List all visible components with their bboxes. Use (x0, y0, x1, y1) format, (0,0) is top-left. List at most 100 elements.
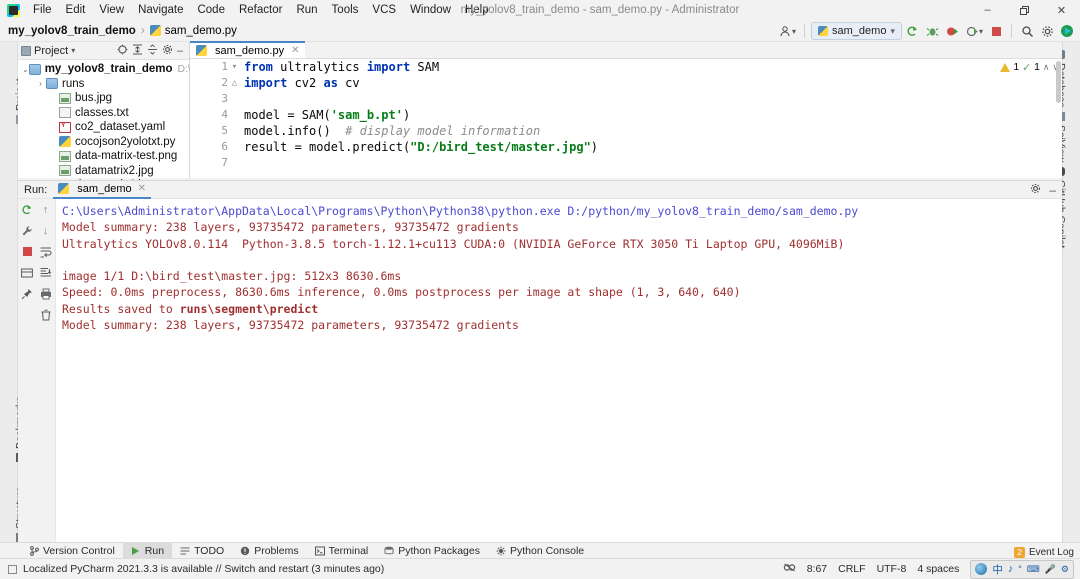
settings-gear-icon[interactable] (1038, 22, 1056, 40)
tree-expand-arrow-icon[interactable]: › (35, 79, 46, 88)
tree-node[interactable]: ›runs (18, 77, 189, 92)
menu-run[interactable]: Run (289, 0, 324, 20)
tool-window-python-packages[interactable]: Python Packages (376, 543, 488, 559)
editor-tab-sam-demo[interactable]: sam_demo.py ✕ (190, 41, 305, 58)
user-avatar-icon[interactable]: ▾ (777, 22, 798, 40)
console-output[interactable]: C:\Users\Administrator\AppData\Local\Pro… (56, 199, 1062, 549)
run-hide-icon[interactable]: – (1049, 186, 1056, 194)
ide-assistant-icon[interactable] (1058, 22, 1076, 40)
problems-icon (240, 546, 250, 556)
close-button[interactable]: ✕ (1043, 0, 1080, 20)
background-tasks-icon[interactable] (783, 561, 796, 577)
line-number: 4 (190, 107, 238, 123)
indent-setting[interactable]: 4 spaces (917, 563, 959, 575)
event-log-widget[interactable]: 2 Event Log (1014, 547, 1074, 558)
stop-process-icon[interactable] (21, 245, 34, 258)
tab-close-icon[interactable]: ✕ (291, 45, 299, 56)
tree-node[interactable]: bus.jpg (18, 91, 189, 106)
menu-vcs[interactable]: VCS (365, 0, 403, 20)
collapse-all-icon[interactable] (147, 44, 158, 58)
run-tab-sam-demo[interactable]: sam_demo ✕ (53, 181, 151, 199)
rerun-icon[interactable] (21, 203, 34, 216)
scroll-to-end-icon[interactable] (39, 266, 52, 279)
breadcrumb-project[interactable]: my_yolov8_train_demo (8, 25, 136, 37)
menu-navigate[interactable]: Navigate (131, 0, 190, 20)
tool-window-run[interactable]: Run (123, 543, 172, 559)
code-content[interactable]: from ultralytics import SAMimport cv2 as… (238, 59, 1062, 178)
project-panel-dropdown-icon[interactable]: ▾ (71, 46, 75, 55)
ime-punctuation-icon[interactable]: ♪ (1008, 563, 1013, 575)
editor-scrollbar[interactable] (1055, 59, 1062, 178)
tree-node[interactable]: data-matrix-test.png (18, 149, 189, 164)
tree-node[interactable]: cocojson2yolotxt.py (18, 135, 189, 150)
project-settings-gear-icon[interactable] (162, 44, 173, 58)
ime-mic-icon[interactable]: 🎤 (1045, 564, 1056, 575)
minimize-button[interactable]: – (969, 0, 1006, 20)
code-token-kw: as (323, 76, 337, 90)
ime-chinese-icon[interactable]: 中 (992, 562, 1003, 577)
tree-node-label: my_yolov8_train_demo (45, 63, 173, 75)
ime-keyboard-icon[interactable]: ⌨ (1027, 564, 1040, 575)
stop-button[interactable] (987, 22, 1005, 40)
caret-position[interactable]: 8:67 (807, 563, 827, 575)
update-project-icon[interactable] (904, 22, 922, 40)
project-panel-title[interactable]: Project (34, 45, 68, 57)
packages-icon (384, 546, 394, 556)
console-view-icon[interactable] (21, 266, 34, 279)
tool-window-todo[interactable]: TODO (172, 543, 232, 559)
maximize-button[interactable] (1006, 0, 1043, 20)
tool-window-python-console[interactable]: Python Console (488, 543, 592, 559)
tool-window-terminal[interactable]: Terminal (307, 543, 377, 559)
menu-help[interactable]: Help (458, 0, 496, 20)
ime-settings-icon[interactable]: ⚙ (1061, 564, 1069, 575)
breadcrumb-file[interactable]: sam_demo.py (165, 25, 237, 37)
tree-node[interactable]: datamatrix2.jpg (18, 164, 189, 179)
tree-node[interactable]: classes.txt (18, 106, 189, 121)
search-icon[interactable] (1018, 22, 1036, 40)
code-token-str: "D:/bird_test/master.jpg" (410, 140, 591, 154)
locate-file-icon[interactable] (117, 44, 128, 58)
prev-problem-icon[interactable]: ∧ (1043, 62, 1050, 73)
code-editor[interactable]: 1234567 ▾ △ from ultralytics import SAMi… (190, 59, 1062, 178)
status-notification-text[interactable]: Localized PyCharm 2021.3.3 is available … (23, 563, 384, 575)
hide-panel-icon[interactable]: – (177, 47, 183, 55)
wrench-icon[interactable] (21, 224, 34, 237)
line-number: 3 (190, 91, 238, 107)
tree-expand-arrow-icon[interactable]: ⌄ (22, 65, 29, 74)
debug-icon[interactable] (924, 22, 942, 40)
down-arrow-icon[interactable]: ↓ (39, 224, 52, 237)
console-line-text: Results saved to (62, 302, 180, 316)
menu-view[interactable]: View (92, 0, 131, 20)
menu-code[interactable]: Code (190, 0, 232, 20)
menu-tools[interactable]: Tools (325, 0, 366, 20)
tool-window-version-control[interactable]: Version Control (22, 543, 123, 559)
line-separator[interactable]: CRLF (838, 563, 865, 575)
ime-halfwidth-icon[interactable]: ° (1018, 564, 1022, 574)
toolbar-divider-2 (1011, 24, 1012, 38)
run-with-coverage-icon[interactable] (944, 22, 962, 40)
menu-file[interactable]: File (26, 0, 59, 20)
code-line: result = model.predict("D:/bird_test/mas… (238, 139, 1062, 155)
code-token-pln: SAM (410, 60, 439, 74)
tree-node[interactable]: ⌄my_yolov8_train_demoD:\python (18, 62, 189, 77)
print-icon[interactable] (39, 287, 52, 300)
file-encoding[interactable]: UTF-8 (877, 563, 907, 575)
tree-node[interactable]: co2_dataset.yaml (18, 120, 189, 135)
menu-edit[interactable]: Edit (59, 0, 93, 20)
menu-refactor[interactable]: Refactor (232, 0, 289, 20)
run-configuration-selector[interactable]: sam_demo ▾ (811, 22, 902, 40)
expand-all-icon[interactable] (132, 44, 143, 58)
menu-window[interactable]: Window (403, 0, 458, 20)
pin-icon[interactable] (21, 287, 34, 300)
profile-icon[interactable]: ▾ (964, 22, 985, 40)
trash-icon[interactable] (39, 308, 52, 321)
run-settings-gear-icon[interactable] (1030, 183, 1041, 197)
ime-language-bar[interactable]: 中 ♪ ° ⌨ 🎤 ⚙ (970, 560, 1074, 579)
inspection-widget[interactable]: 1 ✓ 1 ∧ ∨ (1000, 61, 1059, 74)
run-config-name: sam_demo (832, 25, 886, 37)
editor-scrollbar-thumb[interactable] (1056, 61, 1061, 103)
run-tab-close-icon[interactable]: ✕ (138, 183, 146, 194)
tool-window-problems[interactable]: Problems (232, 543, 306, 559)
soft-wrap-icon[interactable] (39, 245, 52, 258)
up-arrow-icon[interactable]: ↑ (39, 203, 52, 216)
